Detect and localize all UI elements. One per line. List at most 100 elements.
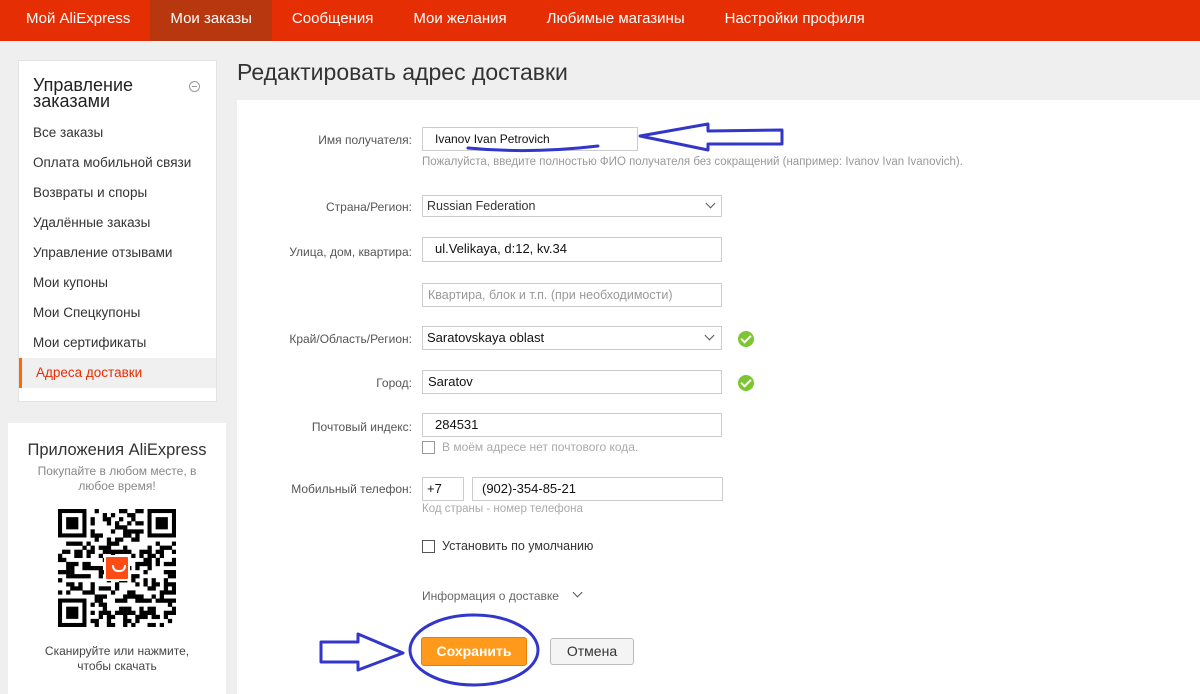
city-input[interactable]: Saratov bbox=[422, 370, 722, 394]
sidebar-item-special-coupons[interactable]: Мои Спецкупоны bbox=[19, 298, 216, 328]
nav-my-orders[interactable]: Мои заказы bbox=[150, 0, 272, 41]
qr-module bbox=[135, 521, 140, 526]
qr-module bbox=[127, 610, 132, 615]
qr-module bbox=[78, 574, 83, 579]
qr-module bbox=[127, 549, 132, 554]
qr-module bbox=[167, 590, 173, 595]
qr-module bbox=[74, 553, 79, 559]
sidebar-item-deleted-orders[interactable]: Удалённые заказы bbox=[19, 208, 216, 238]
qr-module bbox=[167, 598, 173, 603]
qr-module bbox=[163, 586, 169, 591]
qr-module bbox=[98, 545, 103, 550]
phone-label: Мобильный телефон: bbox=[291, 482, 412, 496]
nav-wishlist[interactable]: Мои желания bbox=[393, 0, 526, 41]
qr-module bbox=[90, 586, 95, 591]
qr-module bbox=[151, 614, 156, 620]
qr-module bbox=[106, 521, 112, 526]
qr-module bbox=[110, 590, 116, 595]
sidebar-item-coupons[interactable]: Мои купоны bbox=[19, 268, 216, 298]
qr-module bbox=[58, 553, 63, 559]
qr-module bbox=[143, 549, 148, 554]
cancel-button[interactable]: Отмена bbox=[550, 638, 634, 665]
qr-module bbox=[151, 622, 156, 628]
qr-module bbox=[135, 565, 140, 571]
qr-module bbox=[58, 590, 63, 595]
qr-module bbox=[58, 578, 63, 583]
qr-module bbox=[155, 557, 160, 563]
qr-module bbox=[151, 582, 156, 587]
qr-module bbox=[94, 622, 99, 628]
set-default-checkbox[interactable] bbox=[422, 540, 435, 553]
qr-module bbox=[102, 594, 108, 599]
qr-module bbox=[102, 586, 108, 591]
qr-module bbox=[155, 598, 160, 603]
save-button[interactable]: Сохранить bbox=[421, 637, 527, 666]
qr-module bbox=[119, 606, 124, 611]
qr-module bbox=[143, 582, 148, 587]
phone-number-input[interactable]: (902)-354-85-21 bbox=[472, 477, 723, 501]
no-postal-code-checkbox[interactable] bbox=[422, 441, 435, 454]
qr-module bbox=[66, 541, 71, 546]
nav-profile-settings[interactable]: Настройки профиля bbox=[705, 0, 885, 41]
qr-module bbox=[106, 614, 112, 620]
sidebar-item-all-orders[interactable]: Все заказы bbox=[19, 118, 216, 148]
postal-input[interactable]: 284531 bbox=[422, 413, 722, 437]
qr-module bbox=[147, 565, 152, 571]
qr-module bbox=[94, 618, 99, 624]
qr-module bbox=[135, 509, 140, 514]
qr-module bbox=[155, 541, 160, 546]
qr-module bbox=[106, 545, 112, 550]
qr-module bbox=[106, 622, 112, 628]
qr-module bbox=[123, 614, 128, 620]
qr-module bbox=[159, 590, 164, 595]
qr-module bbox=[139, 594, 144, 599]
qr-code-icon[interactable] bbox=[58, 509, 177, 628]
qr-module bbox=[171, 574, 177, 579]
qr-module bbox=[106, 549, 112, 554]
phone-country-code-input[interactable]: +7 bbox=[422, 477, 464, 501]
qr-module bbox=[106, 541, 112, 546]
qr-module bbox=[163, 610, 169, 615]
qr-module bbox=[123, 509, 128, 514]
qr-module bbox=[147, 553, 152, 559]
qr-module bbox=[82, 565, 87, 571]
qr-module bbox=[135, 594, 140, 599]
qr-module bbox=[143, 610, 148, 615]
qr-module bbox=[143, 598, 148, 603]
nav-favorite-stores[interactable]: Любимые магазины bbox=[527, 0, 705, 41]
qr-module bbox=[110, 549, 116, 554]
sidebar-item-certificates[interactable]: Мои сертификаты bbox=[19, 328, 216, 358]
collapse-icon[interactable] bbox=[189, 81, 200, 92]
qr-module bbox=[98, 614, 103, 620]
qr-module bbox=[163, 570, 169, 575]
delivery-info-toggle[interactable]: Информация о доставке bbox=[422, 589, 559, 603]
qr-module bbox=[131, 574, 136, 579]
qr-module bbox=[163, 578, 169, 583]
qr-module bbox=[167, 610, 173, 615]
qr-module bbox=[62, 549, 67, 554]
check-circle-icon bbox=[738, 331, 754, 347]
recipient-input[interactable]: Ivanov Ivan Petrovich bbox=[422, 127, 638, 151]
qr-module bbox=[110, 529, 116, 534]
nav-my-aliexpress[interactable]: Мой AliExpress bbox=[0, 0, 150, 41]
sidebar-menu: Все заказы Оплата мобильной связи Возвра… bbox=[19, 118, 216, 388]
region-select[interactable]: Saratovskaya oblast bbox=[422, 326, 722, 350]
qr-module bbox=[171, 549, 177, 554]
street-input[interactable]: ul.Velikaya, d:12, kv.34 bbox=[422, 237, 722, 262]
qr-module bbox=[127, 594, 132, 599]
sidebar-item-feedback[interactable]: Управление отзывами bbox=[19, 238, 216, 268]
qr-module bbox=[163, 598, 169, 603]
qr-module bbox=[94, 509, 99, 514]
qr-module bbox=[98, 570, 103, 575]
sidebar-title: Управление заказами bbox=[33, 75, 134, 111]
qr-module bbox=[98, 594, 103, 599]
sidebar-item-shipping-addresses[interactable]: Адреса доставки bbox=[19, 358, 216, 388]
sidebar-item-mobile-payment[interactable]: Оплата мобильной связи bbox=[19, 148, 216, 178]
qr-module bbox=[155, 614, 160, 620]
country-select[interactable]: Russian Federation bbox=[422, 195, 722, 217]
nav-messages[interactable]: Сообщения bbox=[272, 0, 393, 41]
qr-module bbox=[90, 549, 95, 554]
apartment-input[interactable]: Квартира, блок и т.п. (при необходимости… bbox=[422, 283, 722, 307]
qr-module bbox=[131, 517, 136, 522]
sidebar-item-returns-disputes[interactable]: Возвраты и споры bbox=[19, 178, 216, 208]
